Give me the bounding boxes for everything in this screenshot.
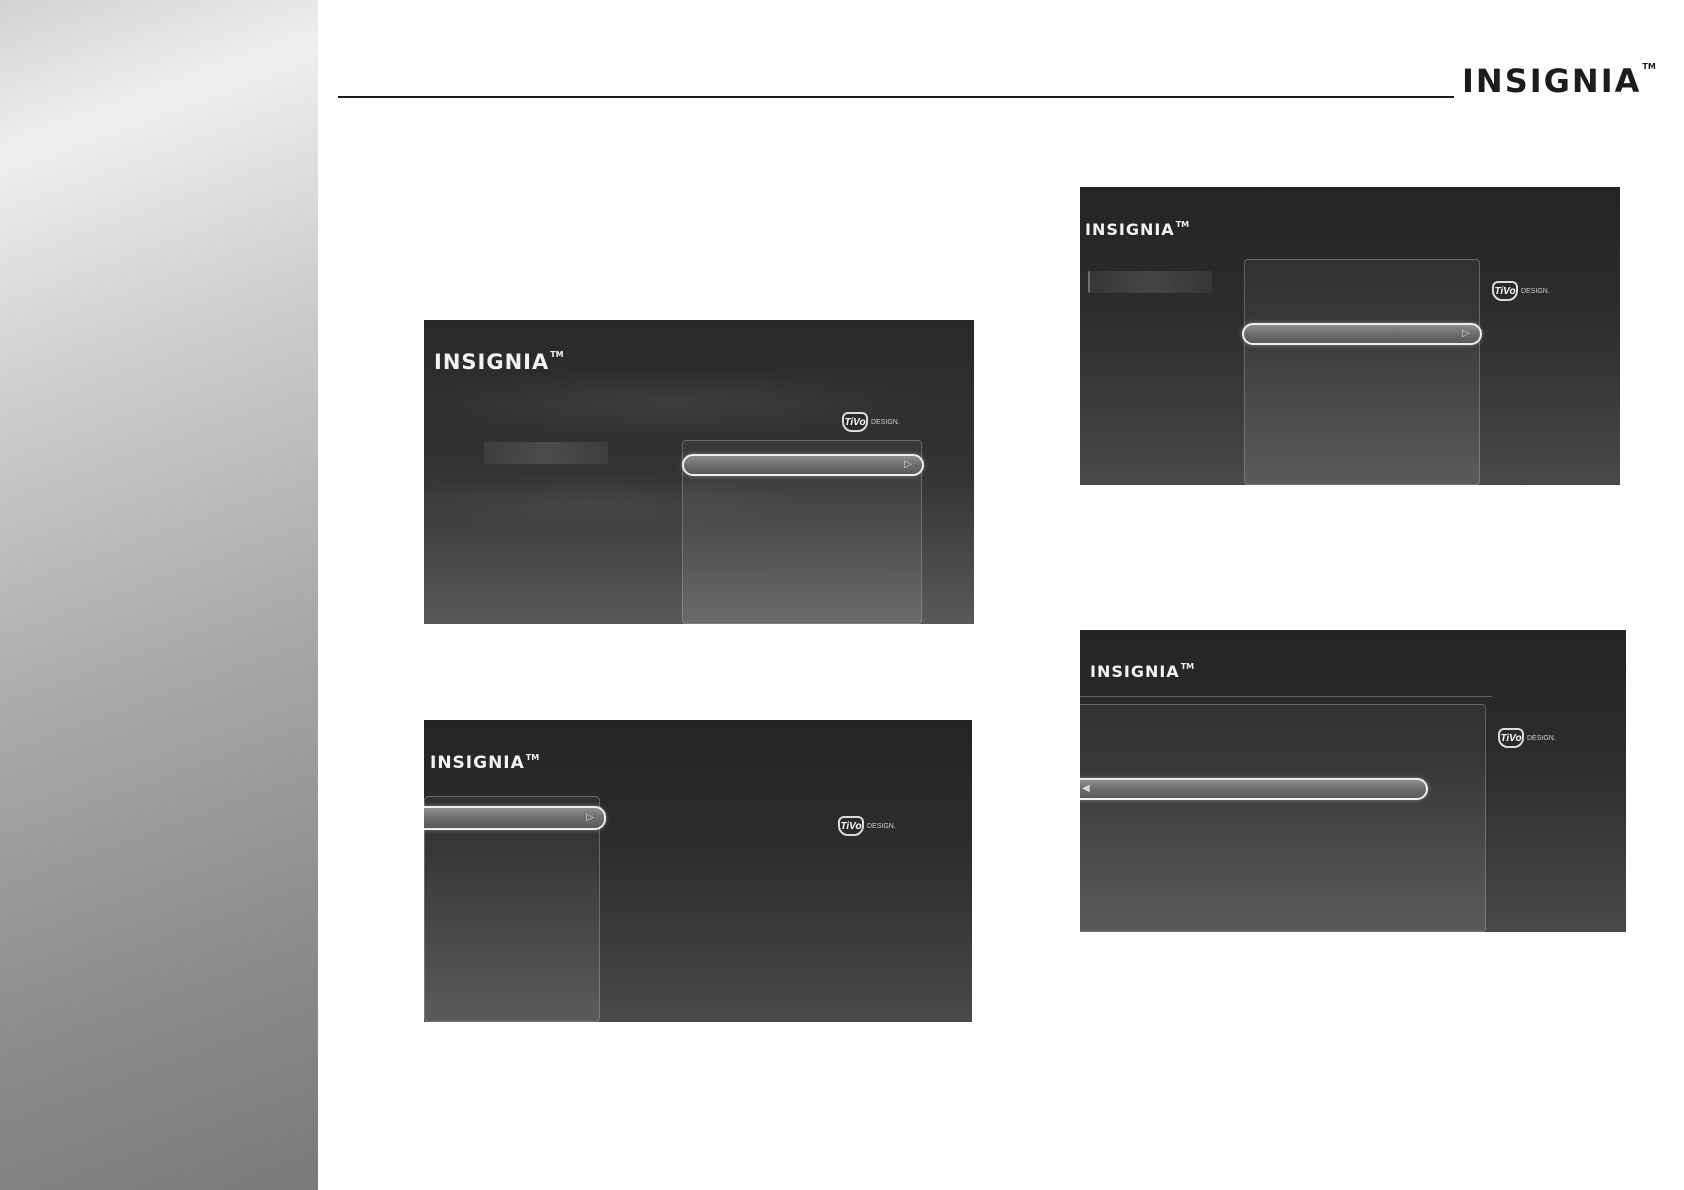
- tivo-design-text: DESIGN.: [1527, 734, 1556, 742]
- screen-logo-trademark: TM: [525, 753, 540, 762]
- tivo-badge-icon: TiVo: [1492, 281, 1518, 301]
- menu-placeholder-block: [1088, 271, 1212, 293]
- tivo-badge-icon: TiVo: [838, 816, 864, 836]
- tivo-badge-icon: TiVo: [1498, 728, 1524, 748]
- decorative-sidebar: [0, 0, 318, 1190]
- screen-logo-text: INSIGNIA: [434, 350, 550, 374]
- play-arrow-left-icon: ◀: [1082, 783, 1090, 794]
- tivo-logo: TiVo DESIGN.: [838, 816, 896, 836]
- menu-panel: [1244, 259, 1480, 485]
- menu-highlight-item[interactable]: ◀: [1080, 778, 1428, 800]
- tivo-design-text: DESIGN.: [871, 418, 900, 426]
- screen-logo: INSIGNIATM: [1085, 220, 1189, 239]
- header-logo-text: INSIGNIA: [1462, 62, 1642, 100]
- play-arrow-right-icon: ▷: [1462, 328, 1470, 339]
- screen-logo-trademark: TM: [550, 350, 564, 359]
- menu-highlight-item[interactable]: ▷: [682, 454, 924, 476]
- tivo-logo: TiVo DESIGN.: [1498, 728, 1556, 748]
- play-arrow-right-icon: ▷: [904, 459, 912, 470]
- tivo-logo: TiVo DESIGN.: [842, 412, 900, 432]
- tv-screenshot-submenu: INSIGNIATM TiVo DESIGN. ▷: [1080, 187, 1620, 485]
- header-logo-trademark: TM: [1642, 62, 1656, 71]
- screen-logo-text: INSIGNIA: [1085, 220, 1175, 239]
- screen-logo: INSIGNIATM: [1090, 662, 1194, 681]
- header-logo: INSIGNIATM: [1462, 62, 1656, 100]
- tv-screenshot-main-menu: INSIGNIATM TiVo DESIGN. ▷: [424, 320, 974, 624]
- screen-logo: INSIGNIATM: [434, 350, 564, 374]
- tivo-badge-icon: TiVo: [842, 412, 868, 432]
- play-arrow-right-icon: ▷: [586, 812, 594, 823]
- menu-highlight-item[interactable]: ▷: [424, 806, 606, 830]
- screen-logo: INSIGNIATM: [430, 753, 539, 773]
- screen-header-rule: [1080, 696, 1492, 697]
- menu-panel: [1080, 704, 1486, 932]
- screen-logo-trademark: TM: [1175, 220, 1190, 229]
- tivo-design-text: DESIGN.: [1521, 287, 1550, 295]
- screen-logo-text: INSIGNIA: [1090, 662, 1180, 681]
- tivo-design-text: DESIGN.: [867, 822, 896, 830]
- tv-screenshot-wide-list: INSIGNIATM TiVo DESIGN. ◀: [1080, 630, 1626, 932]
- screen-logo-text: INSIGNIA: [430, 753, 525, 773]
- tv-screenshot-left-menu: INSIGNIATM TiVo DESIGN. ▷: [424, 720, 972, 1022]
- tivo-logo: TiVo DESIGN.: [1492, 281, 1550, 301]
- screen-logo-trademark: TM: [1180, 662, 1195, 671]
- menu-highlight-item[interactable]: ▷: [1242, 323, 1482, 345]
- header-rule: [338, 96, 1454, 98]
- menu-placeholder-block: [484, 442, 608, 464]
